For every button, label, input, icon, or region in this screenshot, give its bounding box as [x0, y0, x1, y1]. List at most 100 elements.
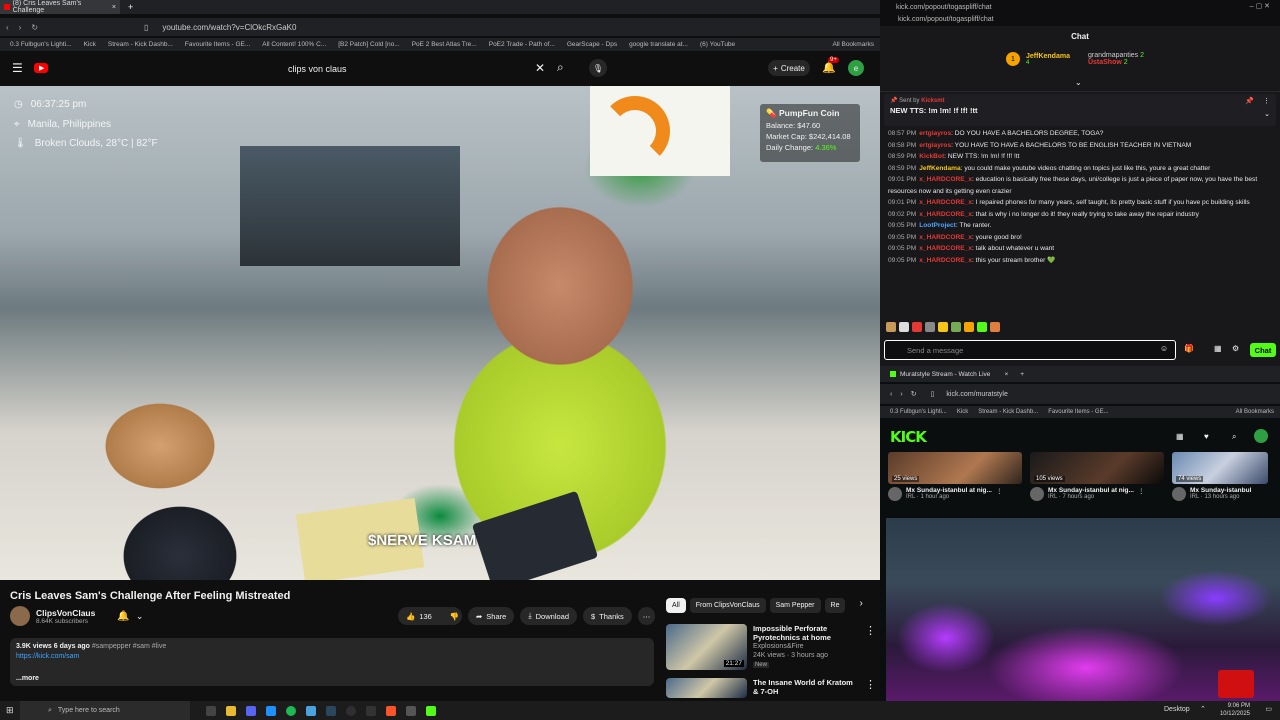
- more-actions-button[interactable]: ⋯: [637, 607, 656, 625]
- bookmark-item[interactable]: 0.3 Fulbgun's Lighti...: [10, 41, 72, 48]
- close-tab-icon[interactable]: ×: [1004, 371, 1008, 378]
- spotify-icon[interactable]: [286, 705, 296, 716]
- recommended-video[interactable]: The Insane World of Kratom & 7-OH ⋮: [666, 678, 876, 698]
- heart-icon[interactable]: ♥: [1204, 432, 1209, 441]
- app-icon[interactable]: [406, 705, 416, 716]
- search-icon[interactable]: ⌕: [1232, 432, 1236, 442]
- bookmark-icon[interactable]: ▯: [931, 390, 935, 398]
- bookmark-icon[interactable]: ▯: [144, 23, 148, 32]
- emote-icon[interactable]: [886, 322, 896, 332]
- bookmark-item[interactable]: google translate at...: [629, 41, 688, 48]
- thanks-button[interactable]: $ Thanks: [583, 607, 632, 625]
- reload-icon[interactable]: ↻: [911, 390, 917, 398]
- clear-search-icon[interactable]: ✕: [535, 61, 545, 75]
- kick-video-card[interactable]: 25 views Mx Sunday-istanbul at nig... IRL…: [888, 452, 1022, 501]
- task-view-icon[interactable]: [206, 705, 216, 716]
- obs-icon[interactable]: [346, 705, 356, 716]
- chip-sam-pepper[interactable]: Sam Pepper: [769, 598, 821, 613]
- kick-video-card[interactable]: 74 views Mx Sunday-istanbul IRL · 13 hour…: [1172, 452, 1268, 501]
- bookmark-item[interactable]: [B2 Patch] Cold [no...: [338, 41, 399, 48]
- bookmark-item[interactable]: PoE2 Trade - Path of...: [489, 41, 555, 48]
- close-tab-icon[interactable]: ×: [112, 4, 116, 11]
- show-more-link[interactable]: ...more: [16, 674, 648, 684]
- gear-icon[interactable]: ⚙: [1232, 344, 1239, 353]
- brave-icon[interactable]: [386, 705, 396, 716]
- bell-icon[interactable]: 🔔: [117, 611, 129, 622]
- bookmark-item[interactable]: Kick: [957, 409, 968, 415]
- desktop-label[interactable]: Desktop: [1164, 706, 1190, 713]
- discord-icon[interactable]: [246, 705, 256, 716]
- chat-input[interactable]: Send a message: [884, 340, 1176, 360]
- video-thumbnail[interactable]: [666, 678, 747, 698]
- windows-start-icon[interactable]: ⊞: [6, 705, 14, 716]
- tray-chevron-icon[interactable]: ⌃: [1200, 705, 1206, 713]
- chip-all[interactable]: All: [666, 598, 686, 613]
- forward-icon[interactable]: ›: [19, 23, 22, 32]
- emote-icon[interactable]: [938, 322, 948, 332]
- kick-logo[interactable]: KICK: [890, 428, 927, 446]
- video-player[interactable]: [0, 86, 880, 580]
- back-icon[interactable]: ‹: [890, 391, 892, 398]
- more-vert-icon[interactable]: ⋮: [1138, 487, 1145, 495]
- taskbar-search[interactable]: ⌕ Type here to search: [20, 701, 190, 720]
- new-tab-icon[interactable]: +: [128, 2, 133, 12]
- emoji-icon[interactable]: ☺: [1160, 344, 1168, 353]
- app-icon[interactable]: [366, 705, 376, 716]
- popout-url[interactable]: kick.com/popout/togaspliff/chat: [898, 16, 994, 23]
- emote-icon[interactable]: [990, 322, 1000, 332]
- forward-icon[interactable]: ›: [900, 391, 902, 398]
- bookmark-item[interactable]: Stream - Kick Dashb...: [978, 409, 1038, 415]
- calendar-icon[interactable]: ▦: [1176, 432, 1184, 441]
- reload-icon[interactable]: ↻: [31, 23, 38, 32]
- steam-icon[interactable]: [326, 705, 336, 716]
- bookmark-item[interactable]: All Bookmarks: [832, 41, 874, 48]
- bookmark-item[interactable]: (6) YouTube: [700, 41, 735, 48]
- emote-icon[interactable]: [899, 322, 909, 332]
- bookmark-item[interactable]: PoE 2 Best Atlas Tre...: [412, 41, 477, 48]
- expand-chevron-icon[interactable]: ⌄: [1075, 78, 1082, 87]
- back-icon[interactable]: ‹: [6, 23, 9, 32]
- taskbar-clock[interactable]: 9:06 PM 10/12/2025: [1220, 702, 1250, 718]
- mic-icon[interactable]: 🎙: [589, 59, 607, 77]
- channel-name[interactable]: ClipsVonClaus: [36, 608, 95, 618]
- window-controls[interactable]: – ▢ ✕: [1250, 2, 1270, 10]
- app-icon[interactable]: [306, 705, 316, 716]
- emote-icon[interactable]: [925, 322, 935, 332]
- kick-video-card[interactable]: 105 views Mx Sunday-istanbul at nig... IR…: [1030, 452, 1164, 501]
- chip-related[interactable]: Re: [824, 598, 846, 613]
- calendar-icon[interactable]: ▦: [1214, 344, 1222, 353]
- tab-title[interactable]: Muratstyle Stream - Watch Live: [900, 371, 990, 378]
- download-button[interactable]: ⤓ Download: [520, 607, 577, 625]
- like-button[interactable]: 👍 136 👎: [398, 607, 462, 625]
- chip-from-channel[interactable]: From ClipsVonClaus: [689, 598, 766, 613]
- kick-icon[interactable]: [426, 705, 436, 716]
- youtube-logo[interactable]: ▶: [34, 62, 78, 74]
- bookmark-item[interactable]: Stream - Kick Dashb...: [108, 41, 173, 48]
- channel-avatar[interactable]: [10, 606, 30, 626]
- bookmark-item[interactable]: Kick: [84, 41, 96, 48]
- emote-icon[interactable]: [964, 322, 974, 332]
- bookmark-item[interactable]: Favourite Items - GE...: [1048, 409, 1108, 415]
- file-explorer-icon[interactable]: [226, 705, 236, 716]
- new-tab-icon[interactable]: +: [1020, 371, 1024, 378]
- url-field[interactable]: youtube.com/watch?v=ClOkcRxGaK0: [162, 23, 296, 32]
- more-vert-icon[interactable]: ⋮: [865, 624, 876, 670]
- emote-icon[interactable]: [977, 322, 987, 332]
- share-button[interactable]: ➦ Share: [468, 607, 515, 625]
- chevron-right-icon[interactable]: ›: [859, 598, 862, 613]
- create-button[interactable]: + Create: [768, 60, 810, 76]
- app-icon[interactable]: [266, 705, 276, 716]
- description-box[interactable]: 3.9K views 6 days ago #sampepper #sam #l…: [10, 638, 654, 686]
- search-icon[interactable]: ⌕: [557, 60, 564, 75]
- chevron-down-icon[interactable]: ⌄: [136, 611, 144, 622]
- account-avatar[interactable]: e: [848, 60, 864, 76]
- emote-icon[interactable]: [951, 322, 961, 332]
- more-vert-icon[interactable]: ⋮: [996, 487, 1003, 495]
- more-vert-icon[interactable]: ⋮: [865, 678, 876, 698]
- gift-icon[interactable]: 🎁: [1184, 344, 1194, 353]
- collapse-chevron-icon[interactable]: ⌄: [1264, 110, 1270, 118]
- description-link[interactable]: https://kick.com/sam: [16, 652, 648, 662]
- url-field[interactable]: kick.com/muratstyle: [946, 391, 1007, 398]
- video-thumbnail[interactable]: 21:27: [666, 624, 747, 670]
- bookmark-item[interactable]: All Content! 100% C...: [262, 41, 326, 48]
